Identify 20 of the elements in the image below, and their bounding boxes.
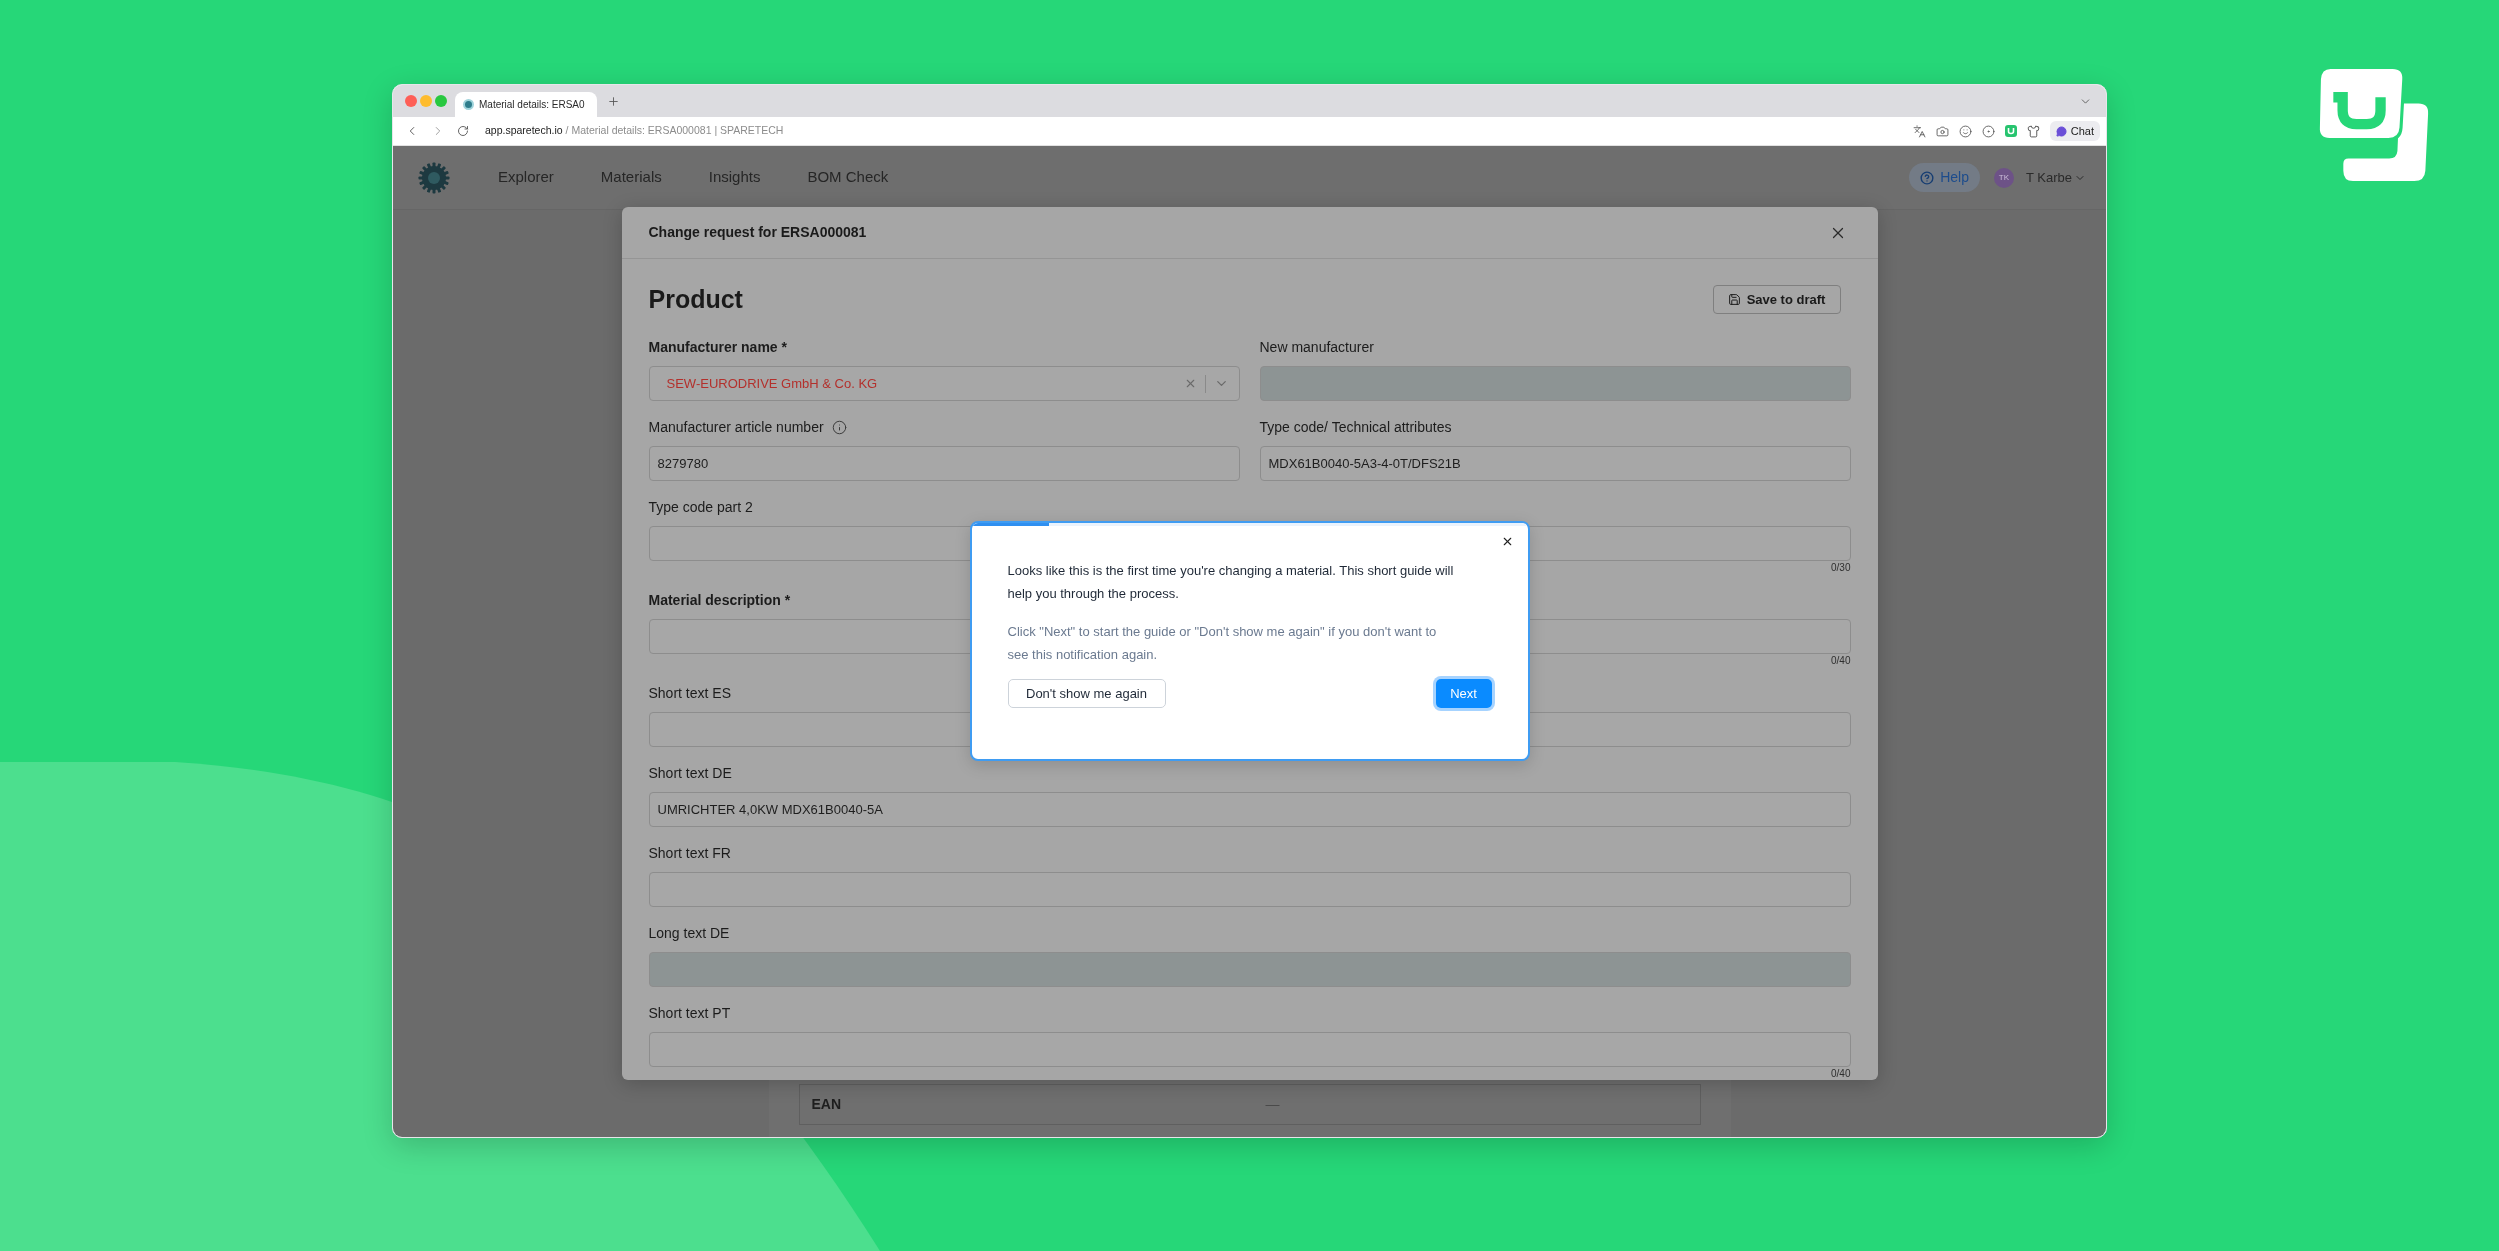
field-label: Short text PT: [648, 1003, 731, 1023]
row-value: —: [1264, 1095, 1281, 1114]
field-label: Short text FR: [648, 843, 731, 863]
field-label: Type code part 2: [648, 497, 753, 517]
field-label: Short text ES: [648, 683, 731, 703]
section-heading: Product: [648, 283, 743, 315]
field-label: Manufacturer article number: [648, 417, 824, 437]
field-label: New manufacturer: [1259, 337, 1374, 357]
field-label: Long text DE: [648, 923, 730, 943]
field-label: Type code/ Technical attributes: [1259, 417, 1452, 437]
field-label: Short text DE: [648, 763, 732, 783]
dialog-title: Change request for ERSA000081: [648, 223, 867, 242]
field-label: Manufacturer name *: [648, 337, 787, 357]
character-counter: 0/40: [1831, 1067, 1851, 1080]
popup-paragraph: Looks like this is the first time you're changing a material. This short guide will help you through the process.: [1007, 562, 1455, 603]
field-label: Material description *: [648, 590, 791, 610]
popup-paragraph: Click "Next" to start the guide or "Don't show me again" if you don't want to see this notification again.: [1007, 623, 1438, 664]
character-counter: 0/40: [1831, 654, 1851, 667]
row-label: EAN: [810, 1095, 843, 1114]
character-counter: 0/30: [1831, 561, 1851, 574]
